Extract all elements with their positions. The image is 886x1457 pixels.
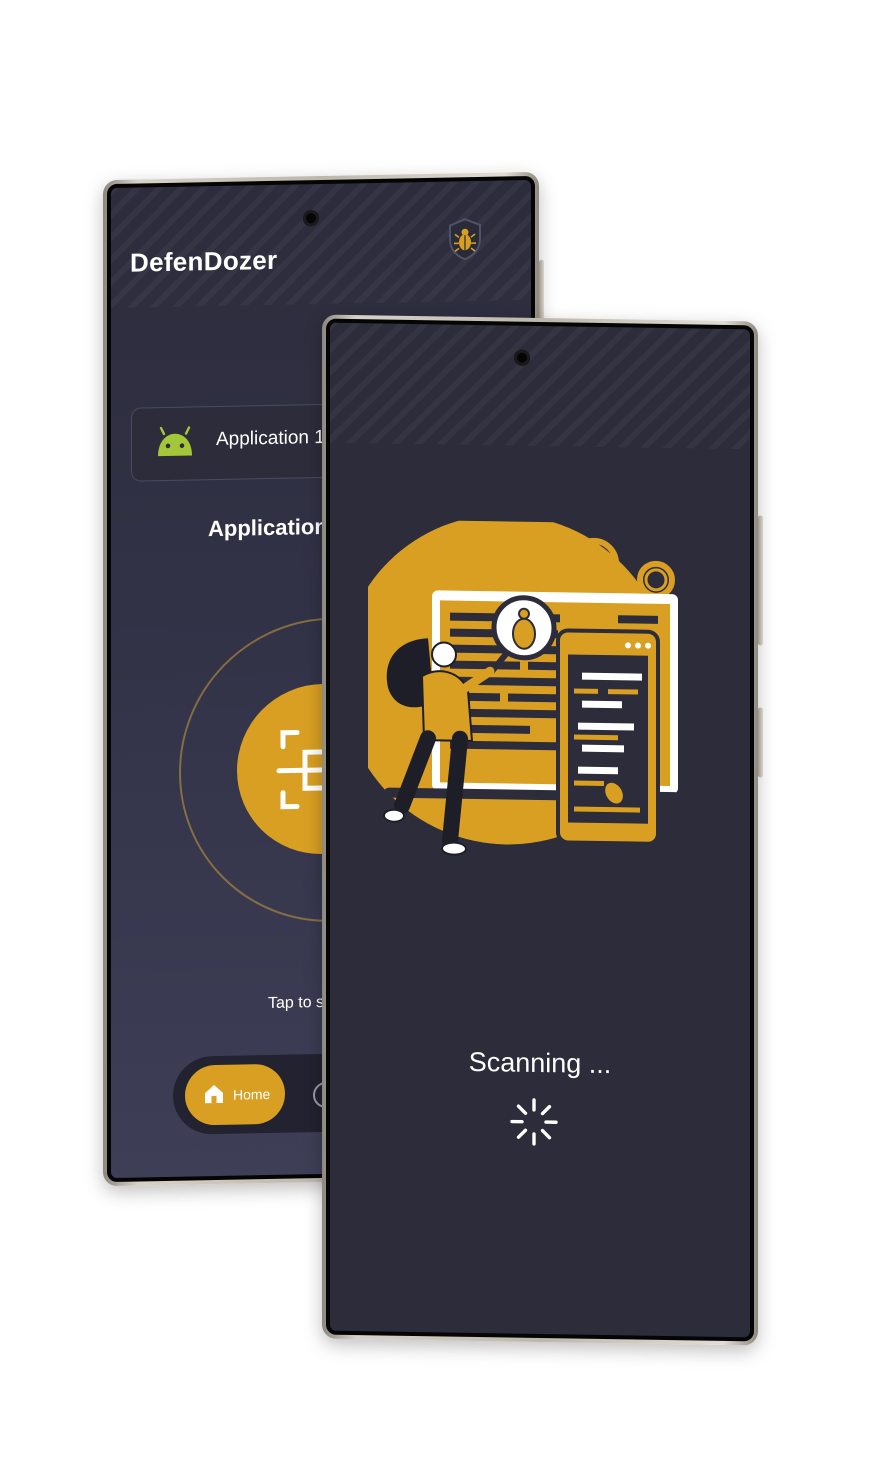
background-pattern xyxy=(330,322,750,450)
volume-button xyxy=(758,515,763,646)
nav-home-button[interactable]: Home xyxy=(185,1063,285,1126)
android-icon xyxy=(158,426,192,457)
scanning-screen: Scanning ... xyxy=(330,322,750,1338)
loading-spinner-icon xyxy=(510,1098,558,1146)
app-title: DefenDozer xyxy=(130,244,278,278)
scanning-status: Scanning ... xyxy=(468,1046,612,1080)
power-button xyxy=(758,707,763,778)
nav-home-label: Home xyxy=(233,1085,271,1103)
bug-shield-icon[interactable] xyxy=(447,217,483,262)
scanning-illustration xyxy=(368,519,680,856)
front-camera xyxy=(514,349,530,366)
tap-to-scan-hint: Tap to s xyxy=(268,993,325,1013)
application-card-label: Application 1 xyxy=(216,426,325,451)
section-title: Application xyxy=(208,513,328,542)
phone-front: Scanning ... xyxy=(322,314,763,1346)
home-icon xyxy=(205,1085,223,1104)
